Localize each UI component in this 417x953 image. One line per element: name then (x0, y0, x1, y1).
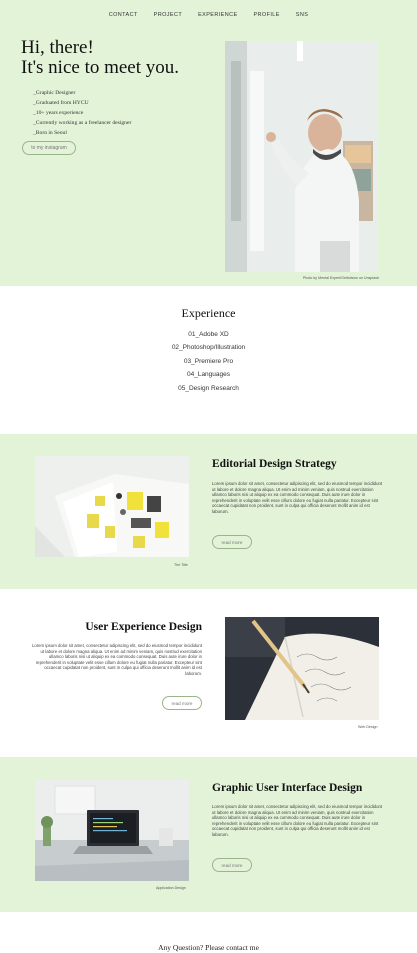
ux-caption: Web Design (358, 725, 378, 729)
hero-title: Hi, there! It's nice to meet you. (21, 38, 179, 78)
ux-body: Lorem ipsum dolor sit amet, consectetur … (31, 643, 202, 676)
gui-body: Lorem ipsum dolor sit amet, consectetur … (212, 804, 383, 837)
gui-caption: Application Design (156, 886, 186, 890)
instagram-button[interactable]: to my instagram (22, 141, 76, 155)
gui-image (35, 780, 189, 881)
experience-item: 01_Adobe XD (188, 331, 229, 338)
ux-title: User Experience Design (85, 621, 202, 633)
hero-bullet: _Born in Seoul (33, 130, 67, 136)
hero-bullet-list: _Graphic Designer _Graduated from HYCU _… (33, 88, 131, 138)
nav-profile[interactable]: PROFILE (253, 12, 279, 18)
editorial-title: Editorial Design Strategy (212, 458, 337, 470)
hero-bullet: _Currently working as a freelancer desig… (33, 120, 132, 126)
nav-contact[interactable]: CONTACT (109, 12, 138, 18)
designer-at-wall-image (225, 41, 378, 272)
experience-list: 01_Adobe XD 02_Photoshop/Illustration 03… (0, 328, 417, 395)
hero-bullet: _Graduated from HYCU (33, 100, 89, 106)
magazine-image (35, 456, 189, 557)
editorial-image (35, 456, 189, 557)
gui-title: Graphic User Interface Design (212, 782, 363, 794)
experience-item: 02_Photoshop/Illustration (171, 344, 246, 352)
editorial-read-more-button[interactable]: read more (212, 535, 252, 549)
ux-image (225, 617, 379, 720)
hero-title-line2: It's nice to meet you. (21, 57, 180, 78)
nav-project[interactable]: PROJECT (154, 12, 182, 18)
experience-section: Experience 01_Adobe XD 02_Photoshop/Illu… (0, 286, 417, 434)
experience-item: 03_Premiere Pro (183, 357, 234, 365)
hero-bullet: _Graphic Designer (33, 90, 76, 96)
contact-question: Any Question? Please contact me (158, 943, 259, 952)
laptop-desk-image (35, 780, 189, 881)
experience-item: 05_Design Research (178, 384, 239, 392)
hero-title-line1: Hi, there! (21, 37, 94, 58)
photo-credit: Photo by Mental Expert/Gelbvision on Uns… (302, 276, 379, 280)
experience-heading: Experience (181, 306, 236, 320)
gui-read-more-button[interactable]: read more (212, 858, 252, 872)
nav-sns[interactable]: SNS (296, 12, 309, 18)
nav-experience[interactable]: EXPERIENCE (198, 12, 237, 18)
hero-photo (225, 41, 378, 272)
hero-bullet: _10+ years experience (33, 110, 84, 116)
editorial-body: Lorem ipsum dolor sit amet, consectetur … (212, 481, 383, 514)
experience-item: 04_Languages (186, 371, 230, 379)
editorial-caption: The Title (174, 563, 188, 567)
notebook-sketch-image (225, 617, 379, 720)
top-navigation: CONTACT PROJECT EXPERIENCE PROFILE SNS (0, 12, 417, 18)
ux-read-more-button[interactable]: read more (162, 696, 202, 710)
